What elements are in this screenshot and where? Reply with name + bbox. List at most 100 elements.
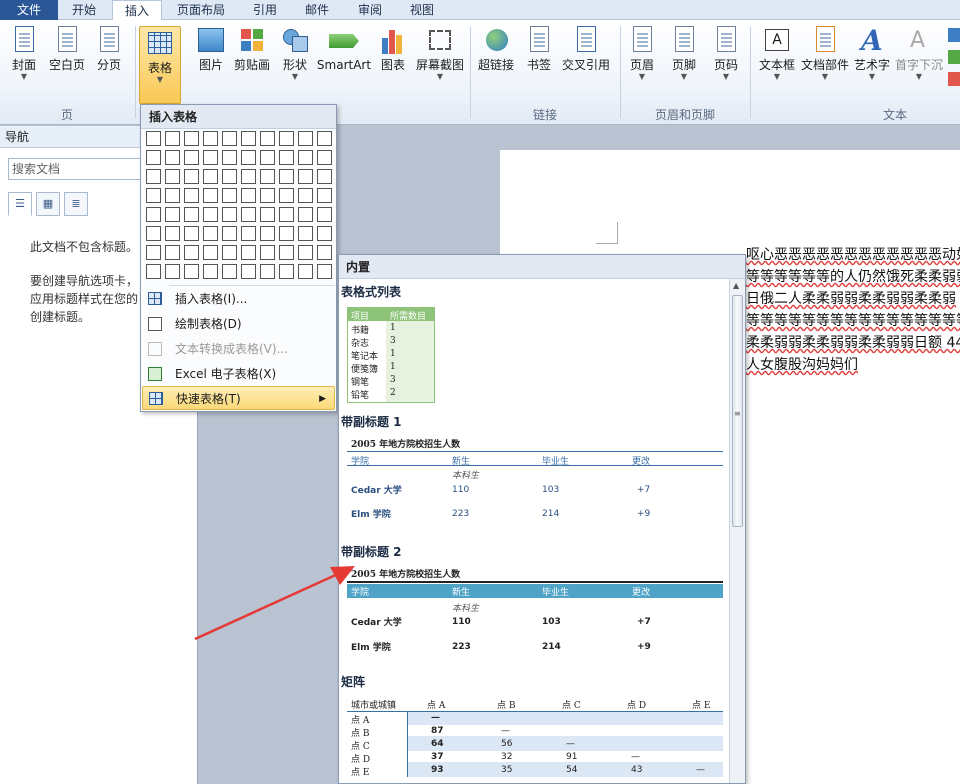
table-grid-cell[interactable] [279,226,294,241]
table-grid-cell[interactable] [222,188,237,203]
clip-art-button[interactable]: 剪贴画 [232,24,272,72]
table-grid-cell[interactable] [146,131,161,146]
header-button[interactable]: 页眉 ▼ [626,24,658,82]
scroll-up-icon[interactable]: ▲ [733,281,739,290]
table-grid-cell[interactable] [241,245,256,260]
footer-button[interactable]: 页脚 ▼ [668,24,700,82]
drop-cap-button[interactable]: A 首字下沉 ▼ [894,24,944,82]
table-grid-cell[interactable] [165,131,180,146]
bookmark-button[interactable]: 书签 [522,24,556,72]
table-grid-cell[interactable] [165,207,180,222]
chart-button[interactable]: 图表 [376,24,410,72]
browse-results-tab[interactable]: ≣ [64,192,88,216]
table-grid-cell[interactable] [222,226,237,241]
text-box-button[interactable]: A 文本框 ▼ [756,24,798,82]
table-grid-cell[interactable] [146,207,161,222]
table-grid-cell[interactable] [165,264,180,279]
table-grid-cell[interactable] [298,131,313,146]
table-grid-cell[interactable] [165,169,180,184]
table-grid-cell[interactable] [222,131,237,146]
date-time-icon[interactable] [948,50,960,64]
tabular-list-preview[interactable]: 项目 所需数目 书籍 1 杂志 3 笔记本 1 便笺簿 1 钢笔 3 铅笔 2 [347,307,435,403]
table-grid-cell[interactable] [279,150,294,165]
screenshot-button[interactable]: 屏幕截图 ▼ [414,24,466,82]
table-grid-cell[interactable] [298,245,313,260]
table-grid-cell[interactable] [146,245,161,260]
table-grid-cell[interactable] [298,264,313,279]
page-break-button[interactable]: 分页 [92,24,126,72]
table-grid-cell[interactable] [184,245,199,260]
insert-table-dialog-item[interactable]: 插入表格(I)... [142,287,335,311]
table-grid-cell[interactable] [279,264,294,279]
browse-pages-tab[interactable]: ▦ [36,192,60,216]
table-grid-cell[interactable] [146,226,161,241]
table-grid-cell[interactable] [317,169,332,184]
tab-references[interactable]: 引用 [240,0,290,20]
table-grid-cell[interactable] [241,188,256,203]
table-grid-cell[interactable] [298,207,313,222]
table-grid-cell[interactable] [317,245,332,260]
table-grid-cell[interactable] [203,169,218,184]
table-grid-cell[interactable] [184,131,199,146]
table-grid-cell[interactable] [203,245,218,260]
table-grid-cell[interactable] [298,169,313,184]
tab-view[interactable]: 视图 [398,0,446,20]
table-grid-cell[interactable] [260,226,275,241]
page-number-button[interactable]: 页码 ▼ [710,24,742,82]
tab-mailings[interactable]: 邮件 [292,0,342,20]
table-grid-cell[interactable] [241,169,256,184]
tab-insert[interactable]: 插入 [112,0,162,21]
picture-button[interactable]: 图片 [194,24,228,72]
table-grid-cell[interactable] [241,150,256,165]
table-grid-cell[interactable] [260,264,275,279]
tab-home[interactable]: 开始 [58,0,110,20]
table-grid-cell[interactable] [203,264,218,279]
table-grid-cell[interactable] [279,188,294,203]
signature-line-icon[interactable] [948,28,960,42]
object-icon[interactable] [948,72,960,86]
table-grid-cell[interactable] [279,207,294,222]
wordart-button[interactable]: A 艺术字 ▼ [852,24,892,82]
table-grid-cell[interactable] [222,169,237,184]
table-grid-cell[interactable] [222,264,237,279]
tab-page-layout[interactable]: 页面布局 [164,0,238,20]
table-grid-cell[interactable] [279,169,294,184]
shapes-button[interactable]: 形状 ▼ [278,24,312,82]
table-grid-cell[interactable] [146,150,161,165]
matrix-preview[interactable]: 城市或城镇点 A点 B点 C点 D点 E点 A — 点 B 87— 点 C 64 56— 点 … [347,697,723,783]
table-grid-cell[interactable] [146,264,161,279]
table-grid-cell[interactable] [203,188,218,203]
tab-review[interactable]: 审阅 [344,0,396,20]
table-grid-cell[interactable] [184,169,199,184]
table-grid-cell[interactable] [317,207,332,222]
table-grid-cell[interactable] [317,264,332,279]
table-grid-cell[interactable] [146,188,161,203]
gallery-scrollbar[interactable]: ▲ ≡ [729,279,745,783]
table-grid-cell[interactable] [317,131,332,146]
table-grid-cell[interactable] [203,207,218,222]
table-grid-cell[interactable] [184,188,199,203]
hyperlink-button[interactable]: 超链接 [476,24,516,72]
table-grid-cell[interactable] [260,207,275,222]
cover-page-button[interactable]: 封面 ▼ [6,24,42,82]
table-grid-cell[interactable] [165,188,180,203]
quick-tables-item[interactable]: 快速表格(T) ▶ [142,386,335,410]
quick-parts-button[interactable]: 文档部件 ▼ [800,24,850,82]
table-grid-cell[interactable] [146,169,161,184]
tab-file[interactable]: 文件 [0,0,58,20]
table-grid-cell[interactable] [165,226,180,241]
table-grid-cell[interactable] [317,188,332,203]
convert-text-to-table-item[interactable]: 文本转换成表格(V)... [142,337,335,361]
table-grid-cell[interactable] [241,131,256,146]
table-grid-cell[interactable] [165,245,180,260]
table-grid-cell[interactable] [260,188,275,203]
with-subheads-1-preview[interactable]: 2005 年地方院校招生人数 学院 新生 毕业生 更改 本科生 Cedar 大学… [347,435,723,535]
table-grid-cell[interactable] [241,264,256,279]
table-button[interactable]: 表格 ▼ [139,26,181,104]
table-grid-cell[interactable] [298,150,313,165]
table-grid-cell[interactable] [184,226,199,241]
table-grid-cell[interactable] [260,169,275,184]
table-grid-cell[interactable] [241,226,256,241]
table-grid-cell[interactable] [203,131,218,146]
table-grid-cell[interactable] [298,226,313,241]
